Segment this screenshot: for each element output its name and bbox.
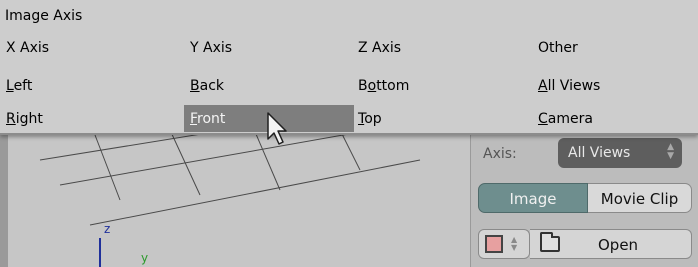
- menu-item-back-key: B: [190, 78, 200, 94]
- menu-item-left-label: eft: [13, 78, 33, 94]
- folder-icon: [540, 232, 560, 252]
- menu-item-all-views-label: ll Views: [547, 78, 601, 94]
- image-icon: [485, 235, 503, 253]
- menu-item-right-label: ight: [15, 111, 43, 127]
- viewport-edge: [0, 130, 8, 267]
- axis-select[interactable]: All Views ▲ ▼: [558, 138, 682, 168]
- axis-y-label: y: [141, 251, 149, 265]
- menu-item-back-label: ack: [199, 78, 224, 94]
- updown-arrows-icon: ▲ ▼: [511, 235, 518, 252]
- menu-item-front-label: ront: [197, 111, 226, 127]
- menu-item-top-label: op: [364, 111, 382, 127]
- open-button[interactable]: Open: [530, 229, 692, 259]
- menu-header-x-axis: X Axis: [6, 40, 50, 56]
- updown-arrows-icon: ▲ ▼: [667, 142, 674, 161]
- menu-item-camera-key: C: [538, 111, 548, 127]
- axis-select-value: All Views: [568, 145, 631, 161]
- menu-item-bottom[interactable]: Bottom: [352, 74, 532, 98]
- menu-item-all-views[interactable]: All Views: [532, 74, 698, 98]
- menu-item-left[interactable]: Left: [0, 74, 180, 98]
- open-button-label: Open: [598, 236, 639, 254]
- menu-item-left-key: L: [6, 78, 14, 94]
- menu-item-camera-label: amera: [547, 111, 593, 127]
- menu-item-bottom-pre: B: [358, 78, 368, 94]
- menu-item-top[interactable]: Top: [352, 107, 532, 131]
- menu-item-bottom-key: o: [367, 78, 377, 94]
- menu-header-y-axis: Y Axis: [190, 40, 233, 56]
- axis-field-label: Axis:: [483, 146, 517, 162]
- menu-item-right[interactable]: Right: [0, 107, 180, 131]
- menu-header-other: Other: [538, 40, 578, 56]
- image-axis-menu: Image Axis X Axis Y Axis Z Axis Other Le…: [0, 0, 698, 135]
- axis-z-label: z: [104, 222, 111, 236]
- menu-item-back[interactable]: Back: [184, 74, 354, 98]
- menu-item-all-views-key: A: [538, 78, 548, 94]
- mouse-pointer-icon: [267, 112, 287, 145]
- tab-movie-clip[interactable]: Movie Clip: [588, 183, 692, 213]
- menu-item-right-key: R: [6, 111, 16, 127]
- menu-item-bottom-label: ttom: [376, 78, 410, 94]
- menu-header-z-axis: Z Axis: [358, 40, 402, 56]
- tab-image[interactable]: Image: [478, 183, 588, 213]
- menu-title: Image Axis: [5, 8, 83, 24]
- image-browse-button[interactable]: ▲ ▼: [478, 229, 530, 259]
- menu-item-camera[interactable]: Camera: [532, 107, 698, 131]
- menu-item-front-key: F: [190, 111, 198, 127]
